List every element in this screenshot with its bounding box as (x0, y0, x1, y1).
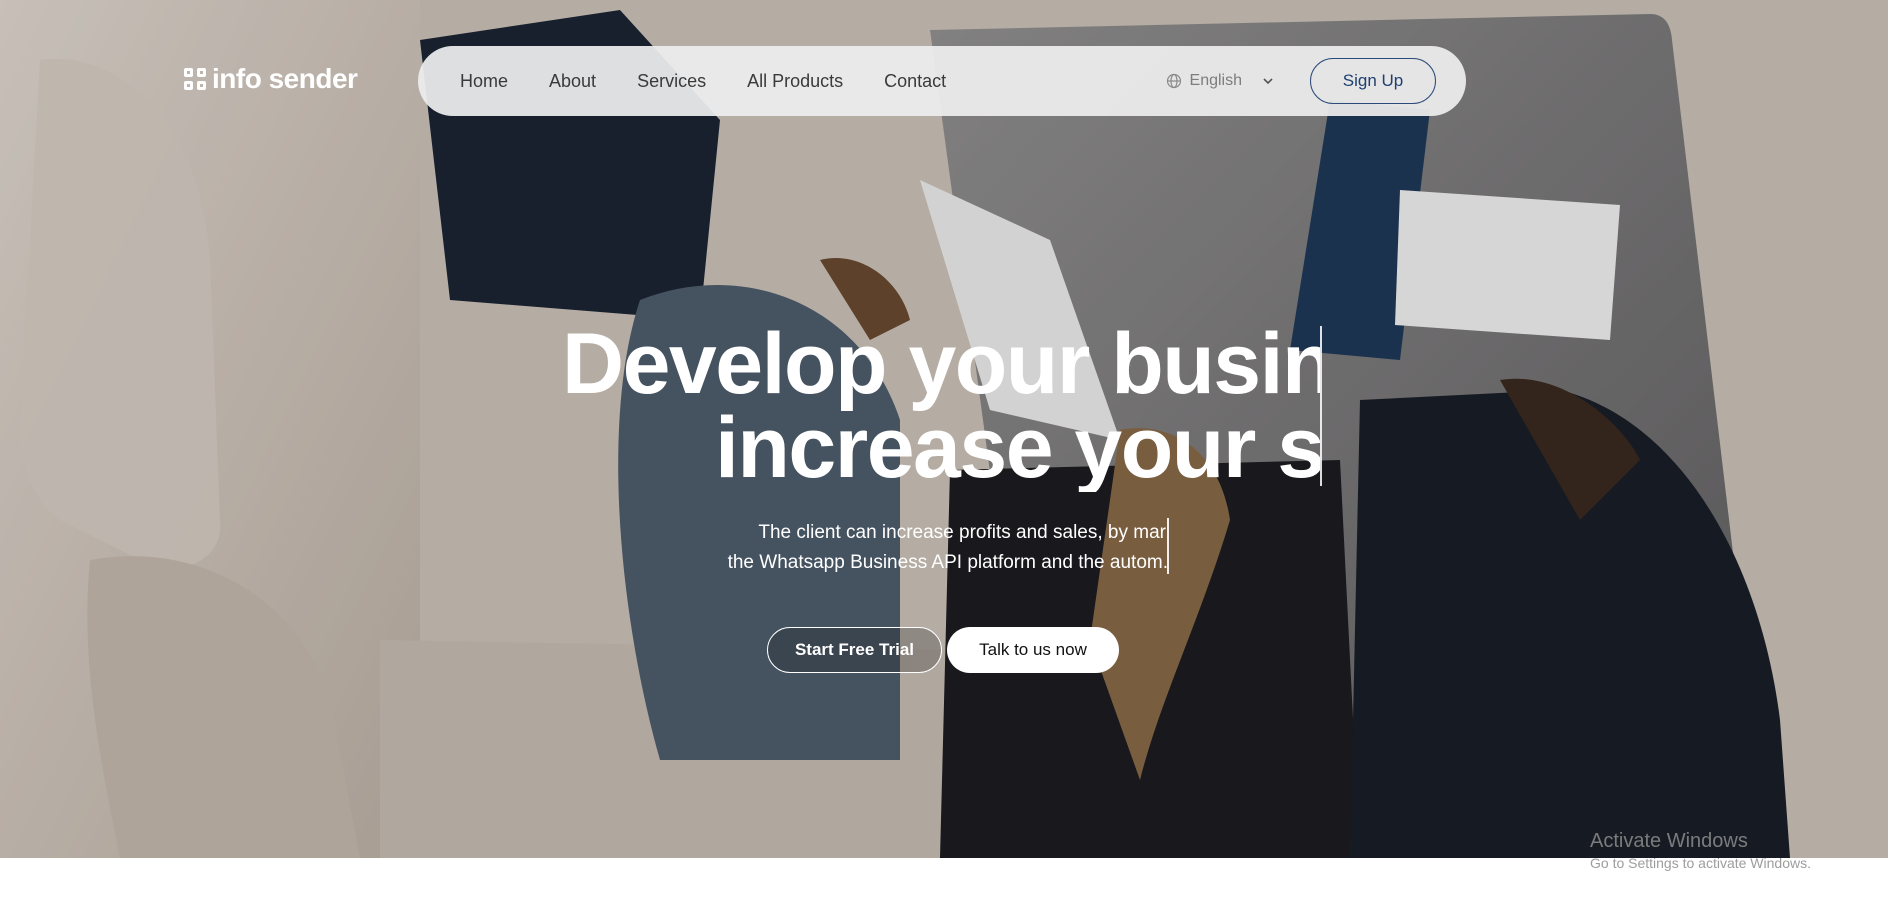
talk-to-us-button[interactable]: Talk to us now (947, 627, 1119, 673)
globe-icon (1166, 73, 1181, 89)
nav-links: Home About Services All Products Contact (460, 71, 946, 92)
start-free-trial-button[interactable]: Start Free Trial (767, 627, 942, 673)
chevron-down-icon (1263, 78, 1273, 85)
brand-logo[interactable]: info sender (184, 62, 358, 96)
nav-link-about[interactable]: About (549, 71, 596, 92)
subtext-line-1: The client can increase profits and sale… (758, 522, 1166, 543)
main-navbar: Home About Services All Products Contact… (418, 46, 1466, 116)
watermark-title: Activate Windows (1590, 830, 1748, 852)
typing-cursor (1320, 326, 1322, 486)
subtext-line-2: the Whatsapp Business API platform and t… (727, 552, 1168, 573)
nav-link-all-products[interactable]: All Products (747, 71, 843, 92)
nav-link-services[interactable]: Services (637, 71, 706, 92)
nav-link-home[interactable]: Home (460, 71, 508, 92)
hero-headline: Develop your busine increase your sa (430, 322, 1320, 492)
activate-windows-watermark: Activate Windows Go to Settings to activ… (1590, 830, 1811, 871)
hero-section: info sender Home About Services All Prod… (0, 0, 1888, 858)
hero-cta-group: Start Free Trial Talk to us now (767, 627, 1119, 673)
language-label: English (1189, 72, 1242, 89)
sign-up-button[interactable]: Sign Up (1310, 58, 1436, 104)
watermark-subtitle: Go to Settings to activate Windows. (1590, 855, 1811, 871)
headline-line-1: Develop your busine (562, 322, 1320, 412)
subtext-typing-cursor (1167, 518, 1169, 574)
hero-subtext: The client can increase profits and sale… (690, 518, 1168, 580)
logo-icon (184, 68, 206, 90)
brand-name: info sender (212, 63, 358, 94)
language-selector[interactable]: English (1166, 72, 1274, 90)
nav-link-contact[interactable]: Contact (884, 71, 946, 92)
headline-line-2: increase your sa (715, 400, 1320, 492)
